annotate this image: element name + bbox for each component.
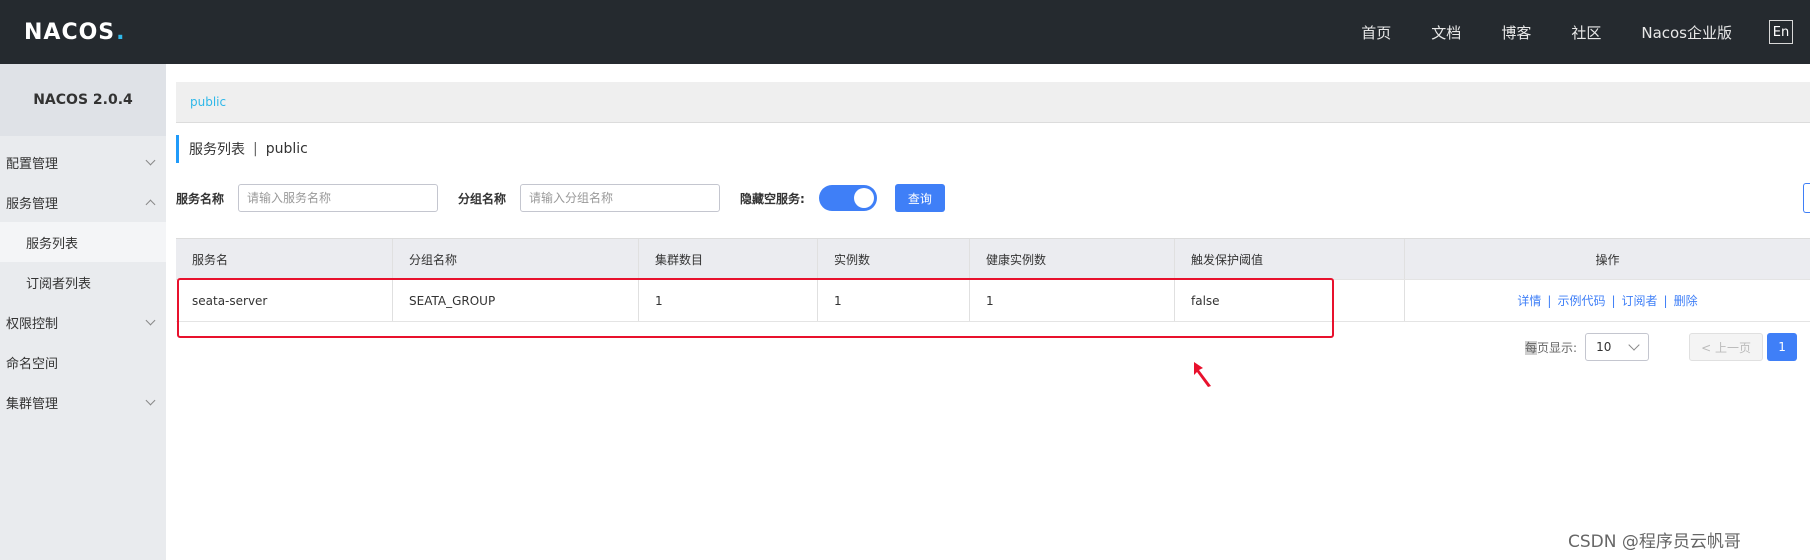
red-arrow-icon <box>1194 362 1211 387</box>
title-separator: | <box>253 141 258 157</box>
query-button[interactable]: 查询 <box>894 184 945 212</box>
prev-page-button[interactable]: < 上一页 <box>1689 333 1764 361</box>
per-page-label-first: 每 <box>1525 340 1538 355</box>
sidebar-item-label: 配置管理 <box>6 156 59 172</box>
logo-text: NACOS <box>24 19 116 45</box>
op-divider: | <box>1611 293 1616 308</box>
nav-docs[interactable]: 文档 <box>1431 22 1461 43</box>
page-title: 服务列表 | public <box>176 135 308 163</box>
top-header: NACOS. 首页 文档 博客 社区 Nacos企业版 En <box>0 0 1810 64</box>
sidebar-item-service-list[interactable]: 服务列表 <box>0 222 166 262</box>
top-nav: 首页 文档 博客 社区 Nacos企业版 <box>1361 0 1810 64</box>
op-divider: | <box>1547 293 1552 308</box>
chevron-down-icon <box>1628 339 1640 351</box>
hide-empty-label: 隐藏空服务: <box>740 191 805 206</box>
toggle-knob <box>853 188 874 208</box>
operations-cell: 详情 | 示例代码 | 订阅者 | 删除 <box>1405 280 1810 321</box>
language-toggle-button[interactable]: En <box>1769 20 1793 44</box>
sidebar-item-label: 权限控制 <box>6 316 59 332</box>
per-page-select[interactable]: 10 <box>1585 333 1650 361</box>
namespace-bar: public <box>176 82 1810 123</box>
column-header: 服务名 <box>176 239 393 279</box>
page-title-namespace: public <box>265 141 308 157</box>
column-header: 集群数目 <box>639 239 818 279</box>
chevron-down-icon <box>145 315 156 325</box>
sidebar-item-label: 服务列表 <box>26 236 79 252</box>
sidebar-item-service[interactable]: 服务管理 <box>0 182 166 222</box>
chevron-up-icon <box>145 199 156 209</box>
group-name-label: 分组名称 <box>458 191 507 206</box>
sidebar: NACOS 2.0.4 配置管理 服务管理 服务列表 订阅者列表 权限控制 命名… <box>0 64 166 560</box>
pagination: 每页显示: 10 < 上一页 1 <box>1525 333 1798 361</box>
column-header: 操作 <box>1595 252 1620 267</box>
namespace-public-link[interactable]: public <box>190 95 226 109</box>
nav-home[interactable]: 首页 <box>1361 22 1391 43</box>
sidebar-item-label: 服务管理 <box>6 196 59 212</box>
watermark: CSDN @程序员云帆哥 <box>1568 532 1741 552</box>
per-page-label: 每页显示: <box>1525 339 1577 356</box>
sidebar-item-auth[interactable]: 权限控制 <box>0 302 166 342</box>
logo-dot: . <box>116 19 126 45</box>
column-header: 分组名称 <box>393 239 639 279</box>
delete-link[interactable]: 删除 <box>1674 292 1698 309</box>
subscribers-link[interactable]: 订阅者 <box>1622 292 1658 309</box>
details-link[interactable]: 详情 <box>1517 292 1541 309</box>
sidebar-item-subscribers[interactable]: 订阅者列表 <box>0 262 166 302</box>
sidebar-item-label: 订阅者列表 <box>26 276 92 292</box>
service-name-input[interactable] <box>238 184 439 212</box>
hide-empty-toggle[interactable] <box>818 185 877 211</box>
sample-code-link[interactable]: 示例代码 <box>1557 292 1605 309</box>
sidebar-item-label: 集群管理 <box>6 396 59 412</box>
sidebar-item-label: 命名空间 <box>6 356 59 372</box>
per-page-value: 10 <box>1596 340 1612 354</box>
nav-blog[interactable]: 博客 <box>1501 22 1531 43</box>
sidebar-item-config[interactable]: 配置管理 <box>0 142 166 182</box>
page-title-text: 服务列表 <box>189 142 245 158</box>
nacos-logo[interactable]: NACOS. <box>24 16 126 48</box>
per-page-label-rest: 页显示: <box>1537 340 1578 355</box>
column-header: 触发保护阈值 <box>1175 239 1405 279</box>
chevron-down-icon <box>145 155 156 165</box>
page-number-button[interactable]: 1 <box>1767 333 1798 361</box>
nav-community[interactable]: 社区 <box>1571 22 1601 43</box>
sidebar-item-namespace[interactable]: 命名空间 <box>0 342 166 382</box>
group-name-input[interactable] <box>520 184 721 212</box>
sidebar-brand: NACOS 2.0.4 <box>0 64 166 136</box>
chevron-down-icon <box>145 395 156 405</box>
highlight-annotation-box <box>177 278 1334 338</box>
create-service-button[interactable] <box>1803 183 1810 213</box>
table-header: 服务名 分组名称 集群数目 实例数 健康实例数 触发保护阈值 操作 <box>176 238 1810 280</box>
service-name-label: 服务名称 <box>176 191 225 206</box>
sidebar-menu: 配置管理 服务管理 服务列表 订阅者列表 权限控制 命名空间 集群管理 <box>0 136 166 422</box>
sidebar-item-cluster[interactable]: 集群管理 <box>0 382 166 422</box>
column-header: 实例数 <box>818 239 970 279</box>
column-header: 健康实例数 <box>970 239 1175 279</box>
op-divider: | <box>1663 293 1668 308</box>
nav-enterprise[interactable]: Nacos企业版 <box>1641 22 1732 43</box>
filter-bar: 服务名称 分组名称 隐藏空服务: 查询 <box>176 183 1810 213</box>
